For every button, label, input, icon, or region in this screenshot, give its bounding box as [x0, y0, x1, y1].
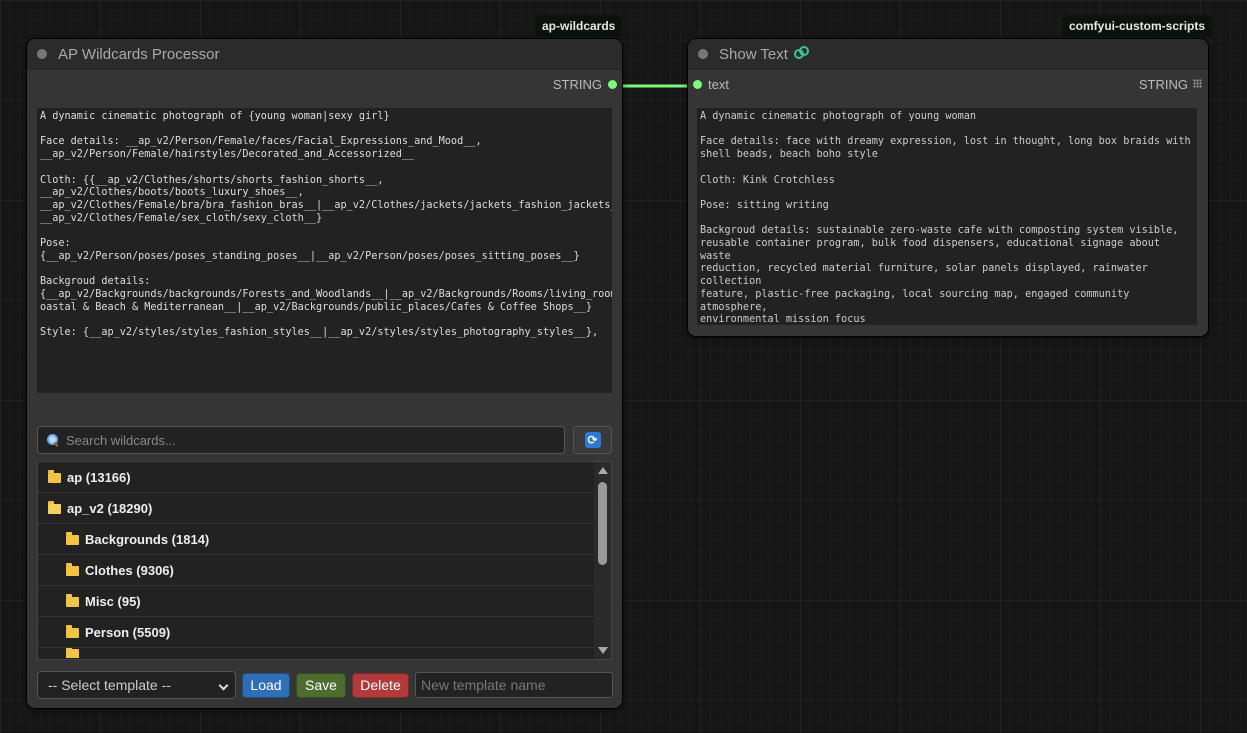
- output-slot-row: STRING: [27, 70, 622, 98]
- prompt-textarea[interactable]: A dynamic cinematic photograph of {young…: [37, 108, 612, 393]
- tree-item-ap-v2[interactable]: ap_v2 (18290): [38, 493, 595, 524]
- chevron-down-icon: [218, 680, 229, 691]
- ap-wildcards-processor-node[interactable]: AP Wildcards Processor STRING A dynamic …: [27, 39, 622, 708]
- search-placeholder: Search wildcards...: [66, 432, 176, 448]
- folder-icon: [66, 531, 79, 545]
- template-select-value: -- Select template --: [48, 677, 171, 693]
- folder-icon: [66, 593, 79, 607]
- collapse-dot-icon[interactable]: [698, 49, 708, 59]
- scroll-up-icon[interactable]: [598, 467, 608, 474]
- output-slot-icon[interactable]: [608, 80, 617, 89]
- folder-icon: [48, 469, 61, 483]
- node-title-bar[interactable]: AP Wildcards Processor: [27, 39, 622, 70]
- refresh-icon: ⟳: [584, 432, 601, 448]
- tree-item-label: ap (13166): [67, 469, 131, 485]
- input-slot-icon[interactable]: [693, 80, 702, 89]
- scroll-down-icon[interactable]: [598, 647, 608, 654]
- search-icon: [47, 434, 59, 446]
- delete-button[interactable]: Delete: [352, 672, 409, 698]
- new-template-name-input[interactable]: New template name: [415, 672, 613, 698]
- scroll-thumb[interactable]: [598, 482, 607, 565]
- tree-item-backgrounds[interactable]: Backgrounds (1814): [38, 524, 595, 555]
- template-select[interactable]: -- Select template --: [37, 671, 236, 699]
- custom-scripts-icon: [793, 46, 810, 62]
- tree-item-clothes[interactable]: Clothes (9306): [38, 555, 595, 586]
- folder-open-icon: [48, 500, 61, 514]
- node-title: AP Wildcards Processor: [58, 45, 220, 63]
- save-button[interactable]: Save: [296, 672, 346, 698]
- tree-item-label: Misc (95): [85, 593, 141, 609]
- folder-icon: [66, 624, 79, 638]
- output-type-label: STRING: [1138, 77, 1188, 92]
- collapse-dot-icon[interactable]: [37, 49, 47, 59]
- load-button[interactable]: Load: [242, 672, 290, 698]
- tree-item-label: Clothes (9306): [85, 562, 174, 578]
- node-title-bar[interactable]: Show Text: [688, 39, 1208, 70]
- node-title: Show Text: [719, 45, 788, 63]
- folder-icon: [66, 648, 79, 658]
- template-bar: -- Select template -- Load Save Delete N…: [37, 671, 613, 699]
- refresh-button[interactable]: ⟳: [573, 426, 612, 454]
- tree-item-label: Person (5509): [85, 624, 171, 640]
- io-slot-row: text STRING: [688, 70, 1208, 98]
- search-input[interactable]: Search wildcards...: [37, 426, 565, 454]
- folder-icon: [66, 562, 79, 576]
- wildcard-tree[interactable]: ap (13166) ap_v2 (18290) Backgrounds (18…: [37, 461, 612, 660]
- output-type-label: STRING: [552, 77, 602, 92]
- tree-item-misc[interactable]: Misc (95): [38, 586, 595, 617]
- tree-item-label: ap_v2 (18290): [67, 500, 153, 516]
- input-label: text: [708, 77, 729, 92]
- tree-item-person[interactable]: Person (5509): [38, 617, 595, 648]
- tree-item-ap[interactable]: ap (13166): [38, 462, 595, 493]
- show-text-node[interactable]: Show Text text STRING A dynamic cinemati…: [688, 39, 1208, 336]
- output-textarea[interactable]: A dynamic cinematic photograph of young …: [697, 108, 1197, 325]
- tree-scrollbar[interactable]: [594, 462, 611, 659]
- tree-item-label: Backgrounds (1814): [85, 531, 210, 547]
- output-grid-icon[interactable]: [1193, 79, 1202, 88]
- tree-item-partial[interactable]: [38, 648, 595, 658]
